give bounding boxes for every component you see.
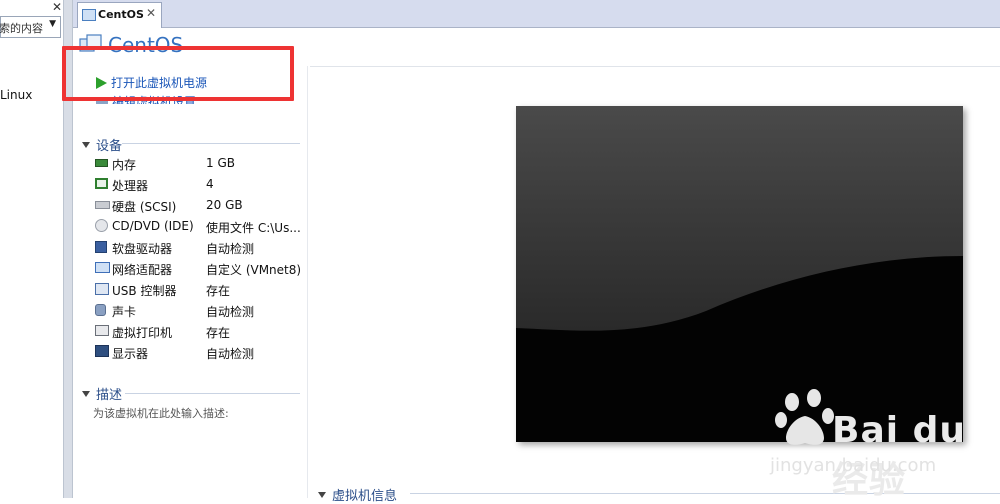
floppy-icon <box>95 241 107 253</box>
usb-icon <box>95 283 109 295</box>
device-row-memory[interactable]: 内存 1 GB <box>93 153 308 174</box>
device-name: CD/DVD (IDE) <box>112 219 194 233</box>
library-close-button[interactable]: ✕ <box>50 0 64 14</box>
devices-section-header[interactable]: 设备 <box>82 135 122 154</box>
device-name: 虚拟打印机 <box>112 326 173 340</box>
cpu-icon <box>95 178 108 189</box>
device-row-cd-dvd[interactable]: CD/DVD (IDE) 使用文件 C:\Us... <box>93 216 308 237</box>
printer-icon <box>95 325 109 336</box>
device-value: 自动检测 <box>206 305 255 319</box>
device-row-usb[interactable]: USB 控制器 存在 <box>93 279 308 300</box>
tab-close-icon[interactable]: ✕ <box>146 6 156 20</box>
monitor-icon <box>95 345 109 357</box>
device-value: 使用文件 C:\Us... <box>206 221 301 235</box>
chevron-down-icon[interactable]: ▼ <box>49 19 56 29</box>
device-name: 显示器 <box>112 347 149 361</box>
baidu-paw-logo <box>775 389 834 445</box>
cd-icon <box>95 219 108 232</box>
divider <box>125 393 300 394</box>
device-name: 网络适配器 <box>112 263 173 277</box>
device-row-cpu[interactable]: 处理器 4 <box>93 174 308 195</box>
vm-info-section-header[interactable]: 虚拟机信息 <box>318 485 397 504</box>
description-input[interactable]: 为该虚拟机在此处输入描述: <box>93 405 229 421</box>
divider <box>122 143 300 144</box>
harddisk-icon <box>95 201 110 209</box>
tab-label: CentOS <box>98 8 144 21</box>
devices-heading: 设备 <box>96 139 123 154</box>
memory-icon <box>95 159 108 167</box>
device-row-display[interactable]: 显示器 自动检测 <box>93 342 308 363</box>
device-name: 处理器 <box>112 179 149 193</box>
library-item-linux[interactable]: Linux <box>0 88 32 102</box>
library-search-text: 索的内容 <box>0 22 43 35</box>
collapse-triangle-icon <box>82 142 90 148</box>
device-row-floppy[interactable]: 软盘驱动器 自动检测 <box>93 237 308 258</box>
preview-graphic <box>516 106 963 442</box>
device-value: 1 GB <box>206 156 235 170</box>
vm-tab-icon <box>82 9 96 21</box>
device-row-harddisk[interactable]: 硬盘 (SCSI) 20 GB <box>93 195 308 216</box>
device-value: 自动检测 <box>206 347 255 361</box>
device-value: 4 <box>206 177 214 191</box>
network-icon <box>95 262 110 273</box>
device-row-network[interactable]: 网络适配器 自定义 (VMnet8) <box>93 258 308 279</box>
speaker-icon <box>95 304 106 316</box>
tab-centos[interactable]: CentOS ✕ <box>77 2 162 28</box>
watermark-url: jingyan.baidu.com <box>770 455 937 476</box>
device-name: 硬盘 (SCSI) <box>112 200 177 214</box>
device-name: 软盘驱动器 <box>112 242 173 256</box>
tab-strip <box>73 0 1000 28</box>
vm-screen-preview[interactable] <box>516 106 963 442</box>
device-name: 声卡 <box>112 305 137 319</box>
device-value: 自动检测 <box>206 242 255 256</box>
collapse-triangle-icon <box>82 391 90 397</box>
device-row-printer[interactable]: 虚拟打印机 存在 <box>93 321 308 342</box>
device-name: USB 控制器 <box>112 284 177 298</box>
description-section-header[interactable]: 描述 <box>82 384 122 403</box>
device-value: 自定义 (VMnet8) <box>206 263 302 277</box>
highlight-annotation <box>62 46 294 101</box>
library-search-input[interactable]: 索的内容 ▼ <box>0 16 61 38</box>
collapse-triangle-icon <box>318 492 326 498</box>
vm-info-heading: 虚拟机信息 <box>332 489 398 504</box>
device-value: 20 GB <box>206 198 243 212</box>
library-pane <box>0 0 63 498</box>
divider <box>310 66 1000 67</box>
device-name: 内存 <box>112 158 137 172</box>
description-heading: 描述 <box>96 388 123 403</box>
device-value: 存在 <box>206 326 231 340</box>
device-value: 存在 <box>206 284 231 298</box>
device-row-sound[interactable]: 声卡 自动检测 <box>93 300 308 321</box>
